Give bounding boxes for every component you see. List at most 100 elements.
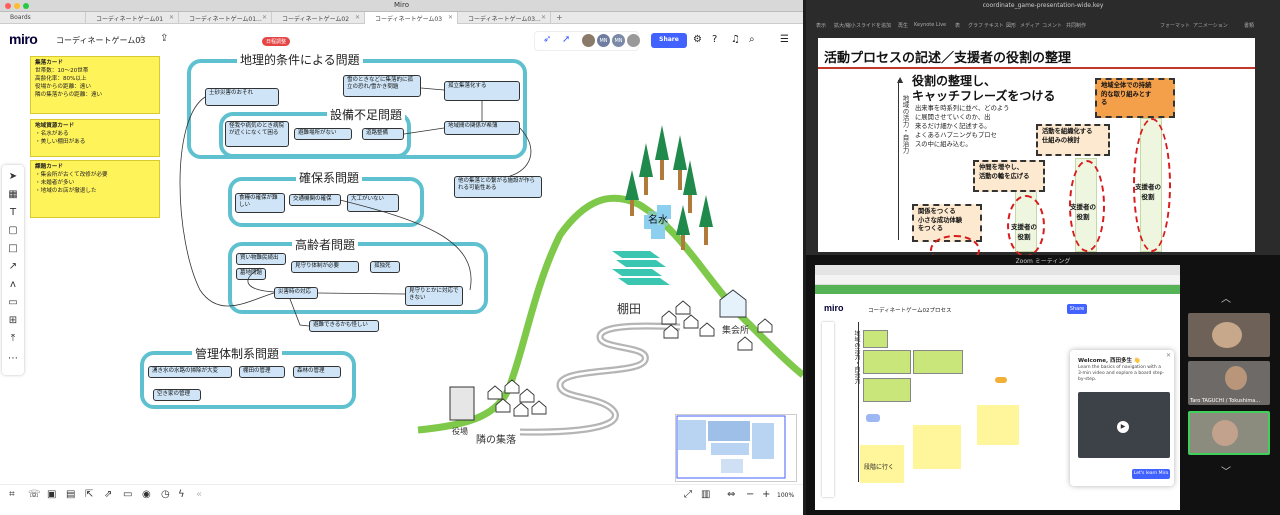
zoom-level[interactable]: 100%: [777, 492, 794, 499]
step-text: 仕組みの検討: [1042, 136, 1080, 144]
minimap-preview: [676, 415, 786, 479]
step-text: 仲間を増やし、: [979, 164, 1024, 171]
shared-miro-logo: miro: [824, 303, 844, 313]
comment-icon[interactable]: ▭: [2, 297, 24, 308]
step-text: 小さな成功体験: [918, 216, 963, 224]
timer-icon[interactable]: ◷: [161, 489, 170, 500]
fit-icon[interactable]: ⇔: [727, 489, 735, 500]
shared-sticky-text: 段階に行く: [864, 464, 895, 471]
frame-icon[interactable]: ▦: [2, 189, 24, 200]
kn-tool[interactable]: スライドを追加: [856, 22, 891, 29]
process-step: 地域全体での持続 的な取り組みとす る: [1095, 78, 1175, 118]
kn-tool[interactable]: 図形: [1006, 22, 1016, 29]
minimap[interactable]: [675, 414, 797, 482]
participant-face: [1212, 420, 1238, 446]
bottom-toolbar: [0, 484, 803, 515]
chevron-down-icon[interactable]: ﹀: [1221, 463, 1231, 478]
screen-icon[interactable]: ▤: [66, 489, 75, 500]
camera-icon[interactable]: ◉: [142, 489, 151, 500]
slide-body: 出来事を時系列に並べ、どのよう に展開させていくのか、出 来るだけ細かく記述する…: [915, 104, 1009, 149]
kn-tool[interactable]: フォーマット: [1160, 22, 1190, 29]
video-icon[interactable]: ▣: [47, 489, 56, 500]
sticky-note-icon[interactable]: ▢: [2, 225, 24, 236]
play-icon[interactable]: ▶: [1117, 421, 1129, 433]
step-text: 活動を組織化する: [1042, 128, 1093, 135]
shared-card: [995, 377, 1007, 383]
step-text: 関係をつくる: [918, 208, 956, 215]
shape-icon[interactable]: □: [2, 243, 24, 254]
slide-heading: 役割の整理し、 キャッチフレーズをつける: [912, 74, 1055, 104]
kn-tool[interactable]: アニメーション: [1193, 22, 1228, 29]
text-icon[interactable]: T: [2, 207, 24, 218]
welcome-title: Welcome, 西田多生 👋: [1078, 358, 1141, 364]
keynote-file-title: coordinate_game-presentation-wide.key: [982, 2, 1104, 9]
close-icon[interactable]: ✕: [1166, 352, 1171, 359]
zoom-title: Zoom ミーティング: [1015, 258, 1071, 265]
kn-tool[interactable]: 書類: [1244, 22, 1254, 29]
shared-browser-tabs: [815, 265, 1180, 275]
kn-tool[interactable]: Keynote Live: [914, 22, 946, 28]
window-icon[interactable]: ▭: [123, 489, 132, 500]
chat-icon[interactable]: ☏: [28, 489, 41, 500]
shared-info-banner: [815, 285, 1180, 294]
more-icon[interactable]: ⋯: [2, 353, 24, 364]
heading-line: キャッチフレーズをつける: [912, 89, 1056, 103]
kn-tool[interactable]: 共同制作: [1066, 22, 1086, 29]
shared-sticky: [977, 405, 1019, 445]
shared-card: [863, 350, 911, 374]
external-icon[interactable]: ⇗: [104, 489, 112, 500]
grid-icon[interactable]: ⌗: [9, 489, 15, 500]
pen-icon[interactable]: ʌ: [2, 279, 24, 290]
shared-card: [866, 414, 880, 422]
fullscreen-icon[interactable]: ⤢: [684, 489, 692, 500]
kn-tool[interactable]: 再生: [898, 22, 908, 29]
body-line: に展開させていくのか、出: [915, 114, 991, 121]
shared-card: [913, 350, 963, 374]
participant-face: [1225, 366, 1247, 390]
miro-window: Miro Boards コーディネートゲーム01 ✕ コーディネートゲーム01..…: [0, 0, 803, 515]
body-line: よくあるハプニングもプロセ: [915, 132, 997, 139]
supporter-label: 支援者の役割: [1011, 223, 1037, 241]
shared-address-bar: [815, 275, 1180, 285]
zoom-out-icon[interactable]: −: [746, 489, 754, 500]
kn-tool[interactable]: 表: [955, 22, 960, 29]
body-line: 出来事を時系列に並べ、どのよう: [915, 105, 1010, 112]
kn-tool[interactable]: 表示: [816, 22, 826, 29]
welcome-body: Learn the basics of navigation with a 3-…: [1078, 365, 1165, 382]
kn-tool[interactable]: テキスト: [984, 22, 1004, 29]
step-text: 的な取り組みとす: [1101, 90, 1152, 98]
body-line: 来るだけ細かく記述する。: [915, 123, 991, 130]
kn-tool[interactable]: メディア: [1020, 22, 1040, 29]
shared-card: [863, 330, 888, 348]
slide-title: 活動プロセスの記述／支援者の役割の整理: [824, 51, 1072, 66]
supporter-label: 支援者の役割: [1135, 183, 1161, 201]
step-text: 活動の輪を広げる: [979, 172, 1030, 180]
welcome-cta-button[interactable]: Let's learn Miro: [1132, 469, 1170, 479]
kn-tool[interactable]: コメント: [1042, 22, 1062, 29]
flash-icon[interactable]: ϟ: [178, 489, 185, 500]
cursor-icon[interactable]: ➤: [2, 171, 24, 182]
shared-board-title: コーディネートゲーム02プロセス: [868, 308, 952, 314]
kn-tool[interactable]: グラフ: [968, 22, 983, 29]
step-text: 地域全体での持続: [1101, 82, 1152, 89]
share-screen-icon[interactable]: ⇱: [85, 489, 93, 500]
frame-tool-icon[interactable]: ⊞: [2, 315, 24, 326]
map-icon[interactable]: ▥: [701, 489, 710, 500]
tool-rail: ➤ ▦ T ▢ □ ↗ ʌ ▭ ⊞ ⤒ ⋯: [2, 165, 24, 375]
participant-face: [1212, 322, 1242, 348]
body-line: スの中に組み込む。: [915, 141, 972, 148]
zoom-in-icon[interactable]: +: [762, 489, 770, 500]
process-step: 活動を組織化する 仕組みの検討: [1036, 124, 1110, 156]
shared-axis-line: [858, 322, 859, 482]
heading-line: 役割の整理し、: [912, 74, 997, 88]
supporter-label: 支援者の役割: [1070, 203, 1096, 221]
line-icon[interactable]: ↗: [2, 261, 24, 272]
participant-name: Taro TAGUCHI / Tokushima...: [1190, 398, 1261, 404]
chevron-up-icon[interactable]: ︿: [1221, 290, 1231, 305]
axis-arrow-icon: ▲: [897, 75, 904, 84]
process-step: 仲間を増やし、 活動の輪を広げる: [973, 160, 1045, 192]
kn-tool[interactable]: 拡大/縮小: [834, 22, 856, 29]
upload-icon[interactable]: ⤒: [2, 333, 24, 344]
step-text: る: [1101, 99, 1108, 106]
collapse-icon[interactable]: «: [196, 489, 202, 500]
